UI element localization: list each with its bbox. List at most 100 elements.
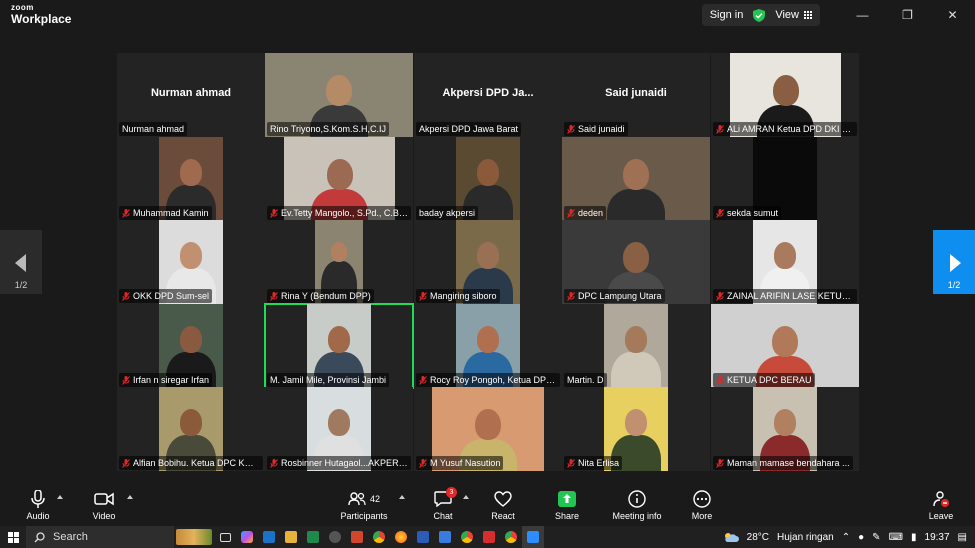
participant-tile[interactable]: Ev.Tetty Mangolo., S.Pd., C.BJ,... xyxy=(265,137,413,221)
participant-tile[interactable]: Mangiring siboro xyxy=(414,220,562,304)
participant-name: Rina Y (Bendum DPP) xyxy=(281,291,371,301)
muted-microphone-icon xyxy=(567,291,575,301)
chat-button[interactable]: 3 Chat xyxy=(432,487,457,525)
participant-tile[interactable]: Rocy Roy Pongoh, Ketua DPC... xyxy=(414,304,562,388)
taskbar-food-thumbnail[interactable] xyxy=(174,526,214,548)
participant-name-label: M. Jamil Mile, Provinsi Jambi xyxy=(267,373,390,387)
participants-icon xyxy=(348,492,366,506)
participant-name: Mangiring siboro xyxy=(430,291,497,301)
powerpoint-icon[interactable] xyxy=(346,526,368,548)
participant-tile[interactable]: baday akpersi xyxy=(414,137,562,221)
participant-tile[interactable]: ZAINAL ARIFIN LASE KETUA D... xyxy=(711,220,859,304)
browser-icon[interactable] xyxy=(456,526,478,548)
participant-tile[interactable]: Nurman ahmad Nurman ahmad xyxy=(117,53,265,137)
task-view-icon[interactable] xyxy=(214,526,236,548)
chat-options-caret-icon[interactable] xyxy=(463,495,469,499)
notifications-icon[interactable]: ▤ xyxy=(958,532,967,543)
audio-button[interactable]: Audio xyxy=(24,489,52,525)
participant-display-name: Akpersi DPD Ja... xyxy=(442,87,534,99)
more-label: More xyxy=(691,511,713,521)
participant-name-label: deden xyxy=(564,206,607,220)
participant-tile[interactable]: DPC Lampung Utara xyxy=(562,220,710,304)
logo-large-text: Workplace xyxy=(11,12,72,26)
participant-tile[interactable]: OKK DPD Sum-sel xyxy=(117,220,265,304)
muted-microphone-icon xyxy=(419,291,427,301)
participant-name-label: Muhammad Kamin xyxy=(119,206,212,220)
battery-icon[interactable]: ▮ xyxy=(911,532,917,543)
more-button[interactable]: More xyxy=(689,489,715,525)
participant-name-label: Irfan n siregar Irfan xyxy=(119,373,213,387)
participant-tile[interactable]: Irfan n siregar Irfan xyxy=(117,304,265,388)
temperature: 28°C xyxy=(746,531,770,543)
participant-name: Ev.Tetty Mangolo., S.Pd., C.BJ,... xyxy=(281,208,408,218)
next-page-button[interactable]: 1/2 xyxy=(933,230,975,294)
file-explorer-icon[interactable] xyxy=(280,526,302,548)
outlook-icon[interactable] xyxy=(258,526,280,548)
pen-tray-icon[interactable]: ✎ xyxy=(872,532,880,543)
view-button[interactable]: View xyxy=(775,9,812,21)
wps-office-icon[interactable] xyxy=(478,526,500,548)
firefox-icon[interactable] xyxy=(390,526,412,548)
participant-name-label: Nita Erlisa xyxy=(564,456,623,470)
leave-button[interactable]: Leave xyxy=(928,489,954,525)
keyboard-icon[interactable]: ⌨ xyxy=(889,532,903,543)
participant-tile[interactable]: M Yusuf Nasution xyxy=(414,387,562,471)
participant-name: OKK DPD Sum-sel xyxy=(133,291,210,301)
participant-tile[interactable]: Nita Erlisa xyxy=(562,387,710,471)
react-button[interactable]: React xyxy=(490,489,516,525)
logo-small-text: zoom xyxy=(11,3,34,12)
clock-time[interactable]: 19:37 xyxy=(925,532,950,543)
audio-options-caret-icon[interactable] xyxy=(57,495,63,499)
microphone-tray-icon[interactable]: ● xyxy=(858,532,864,543)
participant-tile[interactable]: Rosbinner Hutagaol...AKPERSI... xyxy=(265,387,413,471)
zoom-app-icon[interactable] xyxy=(522,526,544,548)
participant-tile[interactable]: Martin. D xyxy=(562,304,710,388)
participant-tile[interactable]: sekda sumut xyxy=(711,137,859,221)
participant-tile[interactable]: Said junaidi Said junaidi xyxy=(562,53,710,137)
encryption-shield-icon[interactable] xyxy=(753,8,766,22)
participant-tile[interactable]: Rina Y (Bendum DPP) xyxy=(265,220,413,304)
participant-name-label: Rosbinner Hutagaol...AKPERSI... xyxy=(267,456,411,470)
participants-options-caret-icon[interactable] xyxy=(399,495,405,499)
search-icon xyxy=(34,531,45,542)
participants-button[interactable]: 42 Participants xyxy=(340,489,388,525)
participant-tile[interactable]: Alfian Bobihu. Ketua DPC KOT... xyxy=(117,387,265,471)
tray-chevron-up-icon[interactable]: ⌃ xyxy=(842,532,850,543)
participant-display-name: Said junaidi xyxy=(605,87,667,99)
muted-microphone-icon xyxy=(716,208,724,218)
participant-tile[interactable]: ALi AMRAN Ketua DPD DKI Ja... xyxy=(711,53,859,137)
copilot-icon[interactable] xyxy=(236,526,258,548)
participant-tile[interactable]: Muhammad Kamin xyxy=(117,137,265,221)
meeting-info-button[interactable]: Meeting info xyxy=(610,489,664,525)
signin-button[interactable]: Sign in xyxy=(710,9,744,21)
participant-name: ALi AMRAN Ketua DPD DKI Ja... xyxy=(727,124,854,134)
participant-tile[interactable]: Rino Triyono,S.Kom.S.H,C.IJ xyxy=(265,53,413,137)
muted-microphone-icon xyxy=(567,458,575,468)
muted-microphone-icon xyxy=(716,375,724,385)
participant-name-label: KETUA DPC BERAU xyxy=(713,373,815,387)
excel-icon[interactable] xyxy=(302,526,324,548)
chrome-alt-icon[interactable] xyxy=(500,526,522,548)
video-label: Video xyxy=(92,511,116,521)
participant-name: sekda sumut xyxy=(727,208,779,218)
video-options-caret-icon[interactable] xyxy=(127,495,133,499)
restore-button[interactable]: ❐ xyxy=(885,0,930,30)
close-button[interactable]: ✕ xyxy=(930,0,975,30)
participant-name: Nurman ahmad xyxy=(122,124,185,134)
minimize-button[interactable]: — xyxy=(840,0,885,30)
participant-tile[interactable]: M. Jamil Mile, Provinsi Jambi xyxy=(264,303,414,389)
start-button[interactable] xyxy=(0,526,26,548)
share-button[interactable]: Share xyxy=(554,489,580,525)
muted-microphone-icon xyxy=(270,291,278,301)
video-button[interactable]: Video xyxy=(90,489,118,525)
previous-page-button[interactable]: 1/2 xyxy=(0,230,42,294)
word-icon[interactable] xyxy=(412,526,434,548)
chrome-icon[interactable] xyxy=(368,526,390,548)
participant-tile[interactable]: deden xyxy=(562,137,710,221)
participant-tile[interactable]: Akpersi DPD Ja... Akpersi DPD Jawa Barat xyxy=(414,53,562,137)
store-icon[interactable] xyxy=(434,526,456,548)
camera-icon[interactable] xyxy=(324,526,346,548)
participant-tile[interactable]: Maman mamase bendahara ... xyxy=(711,387,859,471)
participant-tile[interactable]: KETUA DPC BERAU xyxy=(711,304,859,388)
taskbar-search[interactable]: Search xyxy=(26,526,174,548)
